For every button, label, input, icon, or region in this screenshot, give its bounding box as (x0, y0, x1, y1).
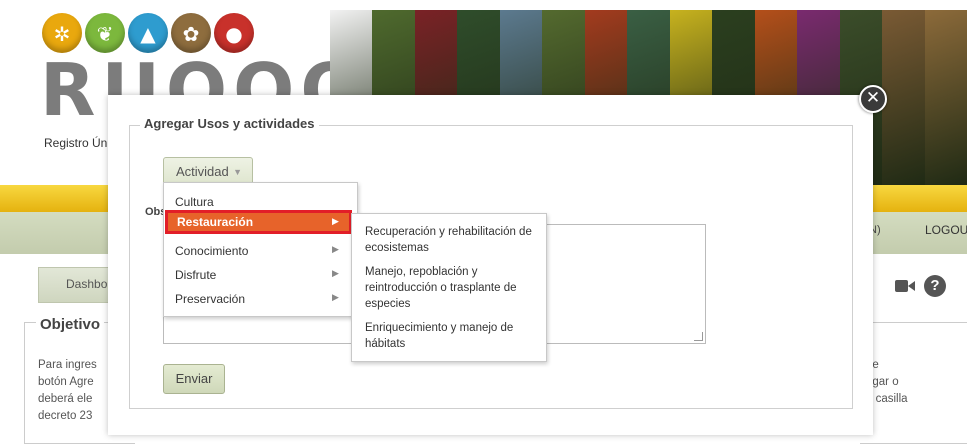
tab-dashboard-label: Dashbo (66, 277, 108, 291)
activity-menu: Cultura Restauración ▶ Conocimiento ▶ Di… (163, 182, 358, 317)
objective-line: Para ingres (38, 359, 97, 371)
objective-line: botón Agre (38, 376, 94, 388)
mountain-icon: ▲ (128, 13, 168, 53)
objective-title: Objetivo (36, 316, 105, 333)
video-camera-icon[interactable] (895, 278, 915, 294)
menu-item-label: Conocimiento (175, 244, 249, 258)
logo-subtitle: Registro Ún (44, 136, 108, 150)
objective-text-left: Para ingres botón Agre deberá ele decret… (38, 357, 118, 425)
chevron-right-icon: ▶ (332, 244, 339, 254)
fieldset-legend: Agregar Usos y actividades (140, 116, 319, 131)
objective-line: deberá ele (38, 393, 93, 405)
menu-item-label: Cultura (175, 195, 214, 209)
activity-select-label: Actividad (176, 164, 229, 179)
logout-link[interactable]: LOGOUT (925, 223, 967, 237)
photo-tile (924, 10, 967, 185)
submenu-item-enriquecimiento[interactable]: Enriquecimiento y manejo de hábitats (365, 320, 535, 352)
bear-icon: ● (214, 13, 254, 53)
menu-item-disfrute[interactable]: Disfrute ▶ (164, 263, 357, 287)
leaf-icon: ❦ (85, 13, 125, 53)
menu-item-label: Disfrute (175, 268, 217, 282)
objective-line: decreto 23 (38, 410, 93, 422)
menu-item-conocimiento[interactable]: Conocimiento ▶ (164, 239, 357, 263)
logo-icons: ✲ ❦ ▲ ✿ ● (42, 13, 254, 53)
restauracion-submenu: Recuperación y rehabilitación de ecosist… (351, 213, 547, 362)
menu-item-restauracion[interactable]: Restauración ▶ (165, 210, 352, 234)
chevron-right-icon: ▶ (332, 292, 339, 302)
submenu-item-recuperacion[interactable]: Recuperación y rehabilitación de ecosist… (365, 224, 535, 256)
menu-item-label: Restauración (177, 215, 254, 229)
help-icon[interactable]: ? (924, 275, 946, 297)
menu-item-label: Preservación (175, 292, 246, 306)
chevron-right-icon: ▶ (332, 216, 339, 226)
chevron-right-icon: ▶ (332, 268, 339, 278)
plant-icon: ✿ (171, 13, 211, 53)
palm-tree-icon: ✲ (42, 13, 82, 53)
send-button[interactable]: Enviar (163, 364, 225, 394)
menu-item-preservacion[interactable]: Preservación ▶ (164, 287, 357, 311)
resize-grip-icon[interactable] (694, 332, 703, 341)
close-icon[interactable]: ✕ (859, 85, 887, 113)
activity-select[interactable]: Actividad ▼ (163, 157, 253, 185)
submenu-item-manejo-repoblacion[interactable]: Manejo, repoblación y reintroducción o t… (365, 264, 535, 312)
photo-tile (882, 10, 925, 185)
